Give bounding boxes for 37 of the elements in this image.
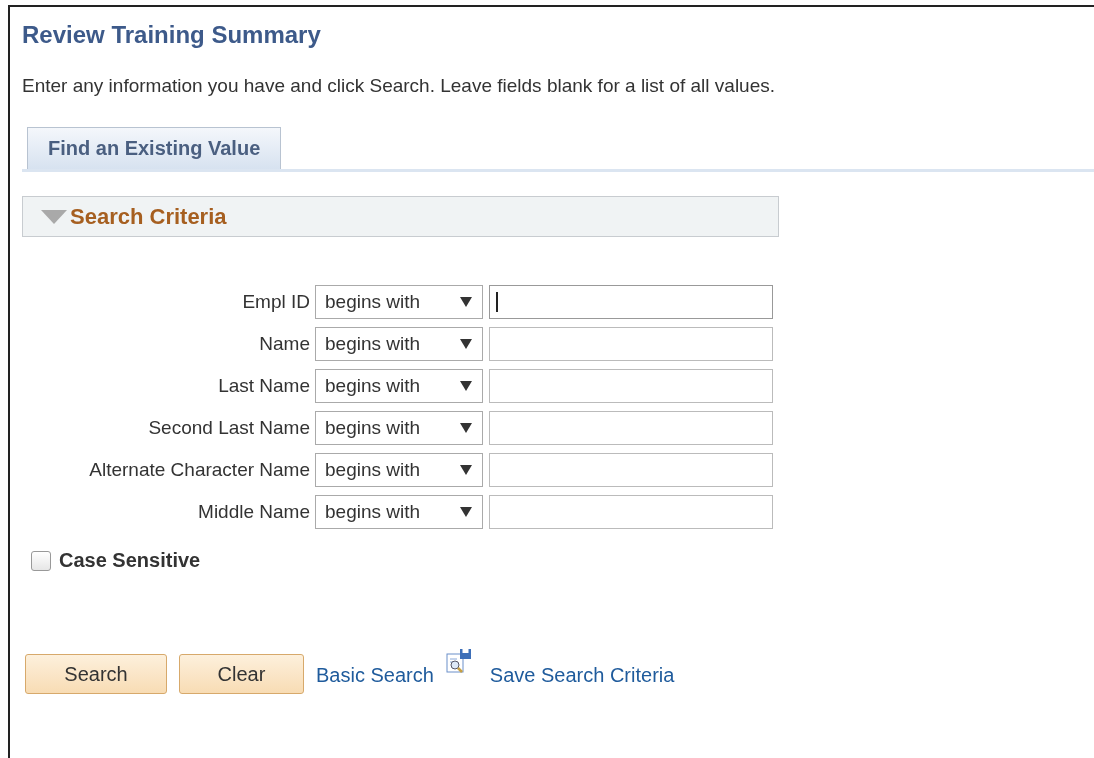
dropdown-arrow-icon [460,297,472,307]
checkbox-label: Case Sensitive [59,549,201,572]
tab[interactable]: Find an Existing Value [27,127,282,169]
page-title: Review Training Summary [22,21,321,49]
operator-dropdown[interactable]: begins with [315,411,483,445]
field-label: Second Last Name [148,417,310,439]
input-field[interactable] [489,495,773,529]
field-label: Middle Name [198,501,310,523]
operator-dropdown[interactable]: begins with [315,369,483,403]
action-button[interactable]: Search [25,654,167,694]
dropdown-arrow-icon [460,507,472,517]
dropdown-arrow-icon [460,381,472,391]
input-field[interactable] [489,327,773,361]
operator-dropdown[interactable]: begins with [315,495,483,529]
instructions-text: Enter any information you have and click Search. Leave fields blank for a list of all values. [22,75,775,97]
field-label: Last Name [218,375,310,397]
input-field[interactable] [489,411,773,445]
operator-dropdown[interactable]: begins with [315,285,483,319]
checkbox[interactable] [31,550,51,571]
field-label: Name [259,333,310,355]
field-label: Empl ID [242,291,310,313]
operator-dropdown[interactable]: begins with [315,453,483,487]
dropdown-arrow-icon [460,423,472,433]
action-button[interactable]: Clear [179,654,304,694]
collapse-triangle-icon [41,209,67,224]
dropdown-arrow-icon [460,339,472,349]
input-field[interactable] [489,453,773,487]
input-field[interactable] [489,285,773,319]
operator-dropdown[interactable]: begins with [315,327,483,361]
dropdown-arrow-icon [460,465,472,475]
link[interactable]: Save Search Criteria [489,663,675,687]
link[interactable]: Basic Search [316,663,434,687]
save-search-icon[interactable] [445,648,472,674]
field-label: Alternate Character Name [89,459,310,481]
section-header[interactable]: Search Criteria [22,196,779,237]
input-field[interactable] [489,369,773,403]
section-title: Search Criteria [70,203,227,230]
